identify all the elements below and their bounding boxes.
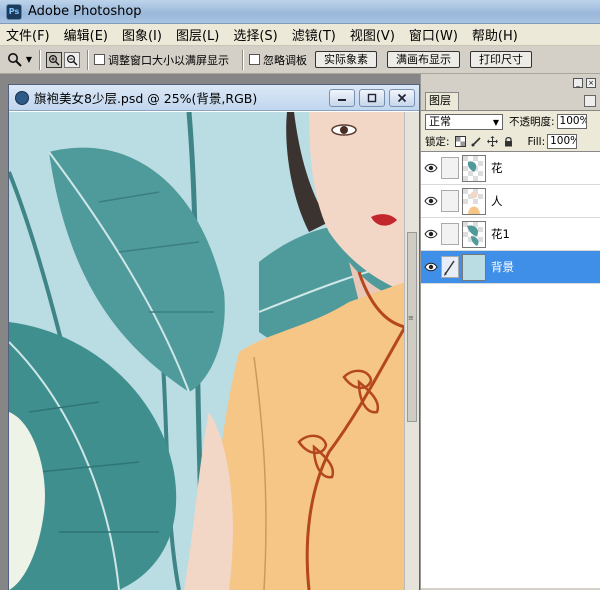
window-controls xyxy=(325,89,415,107)
layer-thumbnail xyxy=(462,253,486,281)
panel-tab-row: 图层 xyxy=(421,92,600,110)
panel-menu-icon[interactable] xyxy=(584,95,596,107)
menu-select[interactable]: 选择(S) xyxy=(233,25,277,44)
layer-link-slot[interactable] xyxy=(441,223,459,245)
document-title: 旗袍美女8少层.psd @ 25%(背景,RGB) xyxy=(34,91,258,106)
layer-row-background[interactable]: 背景 xyxy=(421,251,600,284)
options-separator xyxy=(87,49,89,70)
panel-top-bar: _ × xyxy=(421,74,600,92)
layer-link-slot[interactable] xyxy=(441,190,459,212)
layer-link-slot[interactable] xyxy=(441,157,459,179)
resize-windows-label: 调整窗口大小以满屏显示 xyxy=(108,53,229,67)
photoshop-document-icon xyxy=(15,90,29,105)
app-title: Adobe Photoshop xyxy=(28,4,142,19)
eye-visibility-icon[interactable] xyxy=(421,185,441,218)
layer-row-person[interactable]: 人 xyxy=(421,185,600,218)
blend-mode-select[interactable]: 正常 ▼ xyxy=(425,113,503,130)
actual-pixels-button[interactable]: 实际象素 xyxy=(315,51,377,68)
lock-all-padlock-icon[interactable] xyxy=(503,136,514,147)
layer-name: 花1 xyxy=(491,227,510,241)
fit-on-screen-button[interactable]: 满画布显示 xyxy=(387,51,460,68)
zoom-in-icon[interactable] xyxy=(46,51,62,68)
menu-image[interactable]: 图象(I) xyxy=(122,25,162,44)
layer-name: 背景 xyxy=(491,260,514,274)
layer-thumbnail xyxy=(462,187,486,215)
minimize-icon[interactable] xyxy=(329,89,355,107)
layer-thumbnail xyxy=(462,154,486,182)
layer-row-flower-1[interactable]: 花1 xyxy=(421,218,600,251)
panel-close-icon[interactable]: × xyxy=(586,78,596,88)
menu-help[interactable]: 帮助(H) xyxy=(472,25,518,44)
maximize-icon[interactable] xyxy=(359,89,385,107)
workspace: 旗袍美女8少层.psd @ 25%(背景,RGB) ≡ xyxy=(0,74,420,590)
lock-paint-brush-icon[interactable] xyxy=(471,136,482,147)
eye-visibility-icon[interactable] xyxy=(421,218,441,251)
app-titlebar: Ps Adobe Photoshop xyxy=(0,0,600,24)
scrollbar-grip-icon: ≡ xyxy=(408,314,414,322)
panel-window-controls: _ × xyxy=(570,78,596,88)
document-vertical-scrollbar[interactable]: ≡ xyxy=(404,112,419,590)
options-separator xyxy=(39,49,41,70)
blend-mode-value: 正常 xyxy=(429,114,451,128)
layer-list: 花 人 花1 背景 xyxy=(421,152,600,588)
options-separator xyxy=(242,49,244,70)
layer-name: 人 xyxy=(491,194,503,208)
tool-preset-dropdown-icon[interactable]: ▼ xyxy=(24,51,34,69)
layer-name: 花 xyxy=(491,161,503,175)
canvas[interactable] xyxy=(9,112,405,590)
document-window: 旗袍美女8少层.psd @ 25%(背景,RGB) ≡ xyxy=(8,84,420,590)
chevron-down-icon: ▼ xyxy=(492,117,499,127)
lock-label: 锁定: xyxy=(425,136,450,148)
eye-visibility-icon[interactable] xyxy=(421,251,441,284)
panel-minimize-icon[interactable]: _ xyxy=(573,78,583,88)
menu-view[interactable]: 视图(V) xyxy=(350,25,395,44)
lock-row: 锁定: Fill: 100% xyxy=(421,132,600,152)
options-bar: ▼ 调整窗口大小以满屏显示 忽略调板 实际象素 满画布显示 打印尺寸 xyxy=(0,46,600,74)
layer-row-flower[interactable]: 花 xyxy=(421,152,600,185)
opacity-input[interactable]: 100% xyxy=(556,114,587,129)
lock-transparency-icon[interactable] xyxy=(454,136,466,147)
zoom-out-icon[interactable] xyxy=(64,51,80,68)
menu-edit[interactable]: 编辑(E) xyxy=(64,25,108,44)
photoshop-logo-icon: Ps xyxy=(6,3,22,20)
tab-layers[interactable]: 图层 xyxy=(425,92,459,110)
layer-thumbnail xyxy=(462,220,486,248)
resize-windows-checkbox[interactable] xyxy=(94,54,105,65)
lock-position-move-icon[interactable] xyxy=(486,136,498,147)
eye-visibility-icon[interactable] xyxy=(421,152,441,185)
menu-filter[interactable]: 滤镜(T) xyxy=(292,25,336,44)
fill-input[interactable]: 100% xyxy=(547,134,578,149)
blend-row: 正常 ▼ 不透明度: 100% xyxy=(421,110,600,132)
paint-brush-icon xyxy=(441,256,459,278)
zoom-tool-icon[interactable] xyxy=(6,51,24,69)
scrollbar-thumb[interactable] xyxy=(407,232,417,422)
opacity-label: 不透明度: xyxy=(509,116,555,128)
ignore-palettes-label: 忽略调板 xyxy=(263,53,307,67)
menu-file[interactable]: 文件(F) xyxy=(6,25,50,44)
menu-window[interactable]: 窗口(W) xyxy=(409,25,458,44)
menu-layer[interactable]: 图层(L) xyxy=(176,25,219,44)
artwork-image xyxy=(9,112,405,590)
print-size-button[interactable]: 打印尺寸 xyxy=(470,51,532,68)
layers-panel: _ × 图层 正常 ▼ 不透明度: 100% 锁定: Fill: 100% xyxy=(420,74,600,590)
document-titlebar[interactable]: 旗袍美女8少层.psd @ 25%(背景,RGB) xyxy=(9,85,419,111)
menubar: 文件(F) 编辑(E) 图象(I) 图层(L) 选择(S) 滤镜(T) 视图(V… xyxy=(0,24,600,46)
ignore-palettes-checkbox[interactable] xyxy=(249,54,260,65)
close-icon[interactable] xyxy=(389,89,415,107)
fill-label: Fill: xyxy=(527,135,546,148)
